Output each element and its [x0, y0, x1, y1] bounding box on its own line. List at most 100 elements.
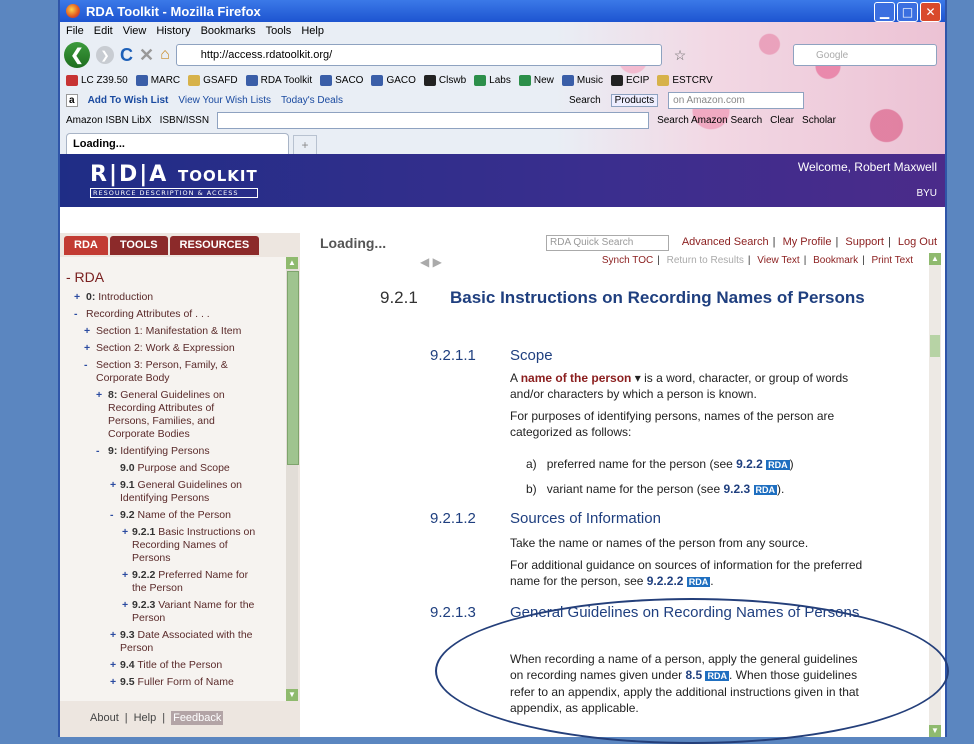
support-link[interactable]: Support — [845, 236, 884, 248]
log-out-link[interactable]: Log Out — [898, 236, 937, 248]
rda-link[interactable]: RDA — [753, 485, 777, 495]
prev-next-arrows-icon[interactable]: ◀ ▶ — [420, 255, 442, 269]
menu-help[interactable]: Help — [301, 25, 324, 37]
toc-root[interactable]: - RDA — [60, 257, 286, 289]
search-amazon-button[interactable]: Search Amazon Search — [657, 115, 762, 126]
bookmark-labs[interactable]: Labs — [474, 74, 511, 86]
scroll-up-icon[interactable]: ▲ — [286, 257, 298, 269]
synch-toc-link[interactable]: Synch TOC — [602, 255, 653, 266]
toc-item[interactable]: +0: Introduction — [60, 289, 286, 306]
amazon-search-input[interactable]: on Amazon.com — [668, 91, 805, 109]
expand-icon[interactable]: + — [110, 479, 116, 492]
expand-icon[interactable]: + — [110, 659, 116, 672]
reload-icon[interactable]: C — [120, 45, 133, 66]
toc-item[interactable]: -9.2 Name of the Person — [60, 507, 286, 524]
toc-item[interactable]: +9.1 General Guidelines on Identifying P… — [60, 477, 260, 507]
print-text-link[interactable]: Print Text — [872, 255, 914, 266]
toc-item[interactable]: -9: Identifying Persons — [60, 443, 286, 460]
ref-link[interactable]: 9.2.2.2 — [647, 574, 684, 588]
toc-item[interactable]: +9.4 Title of the Person — [60, 657, 286, 674]
bookmark-gsafd[interactable]: GSAFD — [188, 74, 238, 86]
expand-icon[interactable]: + — [110, 676, 116, 689]
menu-history[interactable]: History — [156, 25, 190, 37]
menu-edit[interactable]: Edit — [94, 25, 113, 37]
libx-dropdown[interactable]: Amazon ISBN LibX — [66, 115, 152, 126]
minimize-button[interactable]: ▁ — [874, 2, 895, 22]
menu-file[interactable]: File — [66, 25, 84, 37]
tab-tools[interactable]: TOOLS — [109, 235, 168, 255]
view-wish-lists-link[interactable]: View Your Wish Lists — [178, 95, 271, 106]
tab-loading[interactable]: Loading... — [66, 133, 289, 154]
scholar-button[interactable]: Scholar — [802, 115, 836, 126]
ref-link[interactable]: 8.5 — [685, 668, 702, 682]
address-bar[interactable]: http://access.rdatoolkit.org/ — [175, 44, 662, 66]
toc-item[interactable]: + Section 1: Manifestation & Item — [60, 323, 286, 340]
toc-item[interactable]: + Section 2: Work & Expression — [60, 340, 286, 357]
toc-item[interactable]: +9.2.2 Preferred Name for the Person — [60, 567, 262, 597]
advanced-search-link[interactable]: Advanced Search — [682, 236, 769, 248]
bookmark-clswb[interactable]: Clswb — [423, 74, 466, 86]
bookmark-lc[interactable]: LC Z39.50 — [66, 74, 128, 86]
collapse-icon[interactable]: - — [74, 308, 78, 321]
toc-item[interactable]: +9.2.3 Variant Name for the Person — [60, 597, 262, 627]
stop-icon[interactable]: ✕ — [139, 45, 154, 66]
scroll-up-icon[interactable]: ▲ — [929, 253, 941, 265]
bookmark-rda-toolkit[interactable]: RDA Toolkit — [245, 74, 312, 86]
expand-icon[interactable]: + — [96, 389, 102, 402]
toc-item[interactable]: +9.5 Fuller Form of Name — [60, 674, 286, 691]
scroll-thumb[interactable] — [287, 271, 299, 465]
expand-icon[interactable]: + — [84, 325, 90, 338]
view-text-link[interactable]: View Text — [757, 255, 799, 266]
about-link[interactable]: About — [90, 712, 119, 724]
scroll-down-icon[interactable]: ▼ — [929, 725, 941, 737]
bookmark-music[interactable]: Music — [561, 74, 603, 86]
ref-link[interactable]: 9.2.2 — [736, 457, 763, 471]
toc-item[interactable]: - Recording Attributes of . . . — [60, 306, 286, 323]
rda-link[interactable]: RDA — [686, 577, 711, 587]
expand-icon[interactable]: + — [110, 629, 116, 642]
menu-bookmarks[interactable]: Bookmarks — [201, 25, 256, 37]
sidebar-scrollbar[interactable]: ▲ ▼ — [286, 257, 299, 701]
clear-button[interactable]: Clear — [770, 115, 794, 126]
toc-item[interactable]: - Section 3: Person, Family, & Corporate … — [60, 357, 266, 387]
feedback-link[interactable]: Feedback — [171, 711, 224, 725]
bookmark-new[interactable]: New — [518, 74, 554, 86]
tab-resources[interactable]: RESOURCES — [169, 235, 260, 255]
toc-item[interactable]: +9.3 Date Associated with the Person — [60, 627, 260, 657]
products-dropdown[interactable]: Products — [610, 93, 659, 107]
collapse-icon[interactable]: - — [84, 359, 88, 372]
menu-tools[interactable]: Tools — [266, 25, 292, 37]
add-to-wish-list-button[interactable]: Add To Wish List — [88, 95, 169, 106]
help-link[interactable]: Help — [134, 712, 157, 724]
rda-quick-search-input[interactable]: RDA Quick Search — [546, 235, 669, 251]
bookmark-star-icon[interactable]: ☆ — [674, 47, 687, 64]
expand-icon[interactable]: + — [74, 291, 80, 304]
toc-item[interactable]: +9.2.1 Basic Instructions on Recording N… — [60, 524, 262, 567]
forward-button[interactable]: ❯ — [96, 46, 114, 64]
expand-icon[interactable]: + — [122, 526, 128, 539]
maximize-button[interactable]: □ — [897, 2, 918, 22]
rda-link[interactable]: RDA — [766, 460, 790, 470]
search-engine-input[interactable]: Google — [793, 44, 937, 66]
bookmark-ecip[interactable]: ECIP — [610, 74, 649, 86]
expand-icon[interactable]: + — [122, 599, 128, 612]
content-scrollbar[interactable]: ▲ ▼ — [929, 253, 941, 737]
todays-deals-link[interactable]: Today's Deals — [281, 95, 343, 106]
scroll-thumb[interactable] — [930, 335, 940, 357]
expand-icon[interactable]: + — [84, 342, 90, 355]
bookmark-saco[interactable]: SACO — [320, 74, 363, 86]
new-tab-button[interactable]: + — [293, 135, 317, 154]
isbn-dropdown[interactable]: ISBN/ISSN — [160, 115, 209, 126]
collapse-icon[interactable]: - — [110, 509, 114, 522]
ref-link[interactable]: 9.2.3 — [723, 482, 750, 496]
bookmark-gaco[interactable]: GACO — [371, 74, 416, 86]
my-profile-link[interactable]: My Profile — [783, 236, 832, 248]
close-button[interactable]: ✕ — [920, 2, 941, 22]
back-button[interactable]: ❮ — [64, 42, 90, 68]
term-link[interactable]: name of the person — [521, 371, 632, 385]
isbn-input[interactable] — [217, 111, 650, 129]
bookmark-marc[interactable]: MARC — [135, 74, 180, 86]
bookmark-estcrv[interactable]: ESTCRV — [657, 74, 713, 86]
rda-link[interactable]: RDA — [705, 671, 729, 681]
collapse-icon[interactable]: - — [96, 445, 100, 458]
